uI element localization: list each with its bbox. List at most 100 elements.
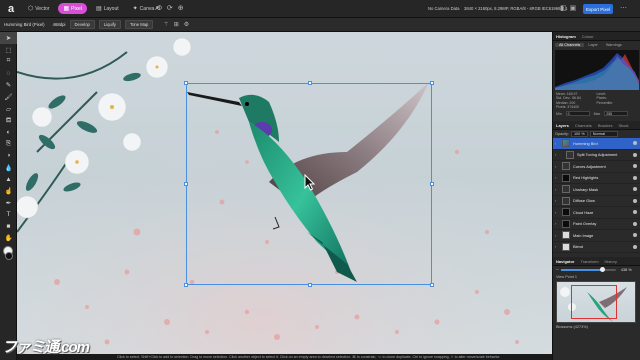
brush-tool-icon[interactable]: 🖌 [0,91,17,103]
resize-handle[interactable] [184,182,188,186]
document-canvas[interactable] [17,32,552,354]
export-button[interactable]: Export Pixel [583,4,613,14]
secondary-color-well[interactable] [5,252,13,260]
layer-row[interactable]: › Humming Bird [553,138,640,150]
smudge-tool-icon[interactable]: ☝ [0,185,17,197]
tab-histogram[interactable]: Histogram [553,34,579,39]
layer-visibility-toggle[interactable] [633,233,637,238]
selection-tool-icon[interactable]: ⬚ [0,44,17,56]
expand-chevron-icon[interactable]: › [555,152,556,157]
crop-tool-icon[interactable]: ⌗ [0,56,17,68]
layer-row[interactable]: › Diffuse Glow [553,196,640,208]
opacity-field[interactable]: 100 % [570,131,588,138]
fill-tool-icon[interactable]: ⛾ [0,115,17,127]
layer-row[interactable]: › Split Toning Adjustment [553,150,640,162]
grid-icon[interactable]: ⊞ [174,21,179,28]
tab-history[interactable]: History [602,259,620,264]
dodge-tool-icon[interactable]: ◑ [0,150,17,162]
gear-icon[interactable]: ⚙ [184,21,189,28]
shape-tool-icon[interactable]: ■ [0,221,17,233]
persona-vector[interactable]: ⬡ Vector [23,3,54,14]
layer-visibility-toggle[interactable] [633,210,637,215]
pen-tool-icon[interactable]: ✒ [0,197,17,209]
paint-tool-icon[interactable]: ✎ [0,79,17,91]
layer-visibility-toggle[interactable] [633,221,637,226]
layer-visibility-toggle[interactable] [633,152,637,157]
resize-handle[interactable] [430,182,434,186]
expand-chevron-icon[interactable]: › [555,187,556,192]
tab-transform[interactable]: Transform [577,259,601,264]
resize-handle[interactable] [430,81,434,85]
tab-navigator[interactable]: Navigator [553,259,577,264]
max-field[interactable]: 255 [604,111,629,117]
sharpen-tool-icon[interactable]: ▲ [0,174,17,186]
tab-layer[interactable]: Layer [584,43,602,47]
gradient-tool-icon[interactable]: ◐ [0,126,17,138]
zoom-value[interactable]: 438 % [621,268,632,272]
min-field[interactable]: 0 [565,111,590,117]
text-tool-icon[interactable]: T [0,209,17,221]
arrange-icon[interactable]: ▣ [570,4,577,12]
layer-visibility-toggle[interactable] [633,141,637,146]
expand-chevron-icon[interactable]: › [555,233,556,238]
expand-chevron-icon[interactable]: › [555,198,556,203]
tab-layers[interactable]: Layers [553,123,572,128]
document-tab[interactable]: Humming Bird (Pixel) [4,22,45,27]
navigator-view-frame[interactable] [571,285,617,320]
hand-tool-icon[interactable]: ✋ [0,233,17,245]
resize-handle[interactable] [184,81,188,85]
layer-row[interactable]: › Cloud Haze [553,207,640,219]
expand-chevron-icon[interactable]: › [555,141,556,146]
tab-brushes[interactable]: Brushes [595,123,616,128]
zoom-slider[interactable] [560,267,616,273]
clone-tool-icon[interactable]: ⎘ [0,138,17,150]
tone-map-button[interactable]: Tone Map [124,20,154,29]
tab-channels[interactable]: Channels [572,123,595,128]
persona-pixel[interactable]: ▦ Pixel [58,3,87,14]
expand-chevron-icon[interactable]: › [555,175,556,180]
view-point-select[interactable]: View Point 1 [553,274,640,280]
liquify-button[interactable]: Liquify [98,20,121,29]
layer-row[interactable]: › Curves Adjustment [553,161,640,173]
layer-row[interactable]: › Paint Overlay [553,219,640,231]
expand-chevron-icon[interactable]: › [555,210,556,215]
layer-row[interactable]: › Blend [553,242,640,254]
resize-handle[interactable] [184,283,188,287]
layer-visibility-toggle[interactable] [633,187,637,192]
lasso-tool-icon[interactable]: ◌ [0,67,17,79]
layer-row[interactable]: › Main Image [553,230,640,242]
layer-visibility-toggle[interactable] [633,244,637,249]
snapping-icon[interactable]: ⊕ [178,4,184,12]
blur-tool-icon[interactable]: 💧 [0,162,17,174]
eraser-tool-icon[interactable]: ▱ [0,103,17,115]
tab-colour[interactable]: Colour [579,34,597,39]
tab-warnings[interactable]: Warnings [602,43,626,47]
move-tool-icon[interactable]: ➤ [0,32,17,44]
blend-mode-select[interactable]: Normal [589,131,618,138]
app-logo[interactable]: a [3,1,19,17]
view-mode-icon[interactable]: ◧ [560,4,567,12]
tab-all-channels[interactable]: All Channels [555,43,585,47]
resize-handle[interactable] [430,283,434,287]
develop-button[interactable]: Develop [69,20,95,29]
expand-chevron-icon[interactable]: › [555,244,556,249]
tab-stock[interactable]: Stock [616,123,632,128]
more-icon[interactable]: ⋯ [620,4,627,12]
undo-icon[interactable]: ⟲ [156,4,162,12]
resize-handle[interactable] [308,81,312,85]
layer-row[interactable]: › Unsharp Mask [553,184,640,196]
navigator-thumbnail[interactable] [556,281,636,324]
wand-icon[interactable]: ⚚ [163,21,168,28]
layer-visibility-toggle[interactable] [633,164,637,169]
resize-handle[interactable] [308,283,312,287]
expand-chevron-icon[interactable]: › [555,221,556,226]
zoom-slider-knob[interactable] [599,267,605,273]
persona-layout[interactable]: ▤ Layout [91,3,124,14]
layer-visibility-toggle[interactable] [633,175,637,180]
zoom-out-icon[interactable]: − [556,267,559,273]
layer-visibility-toggle[interactable] [633,198,637,203]
redo-icon[interactable]: ⟳ [167,4,173,12]
histogram-graph [555,50,639,90]
layer-row[interactable]: › Red Highlights [553,173,640,185]
expand-chevron-icon[interactable]: › [555,164,556,169]
